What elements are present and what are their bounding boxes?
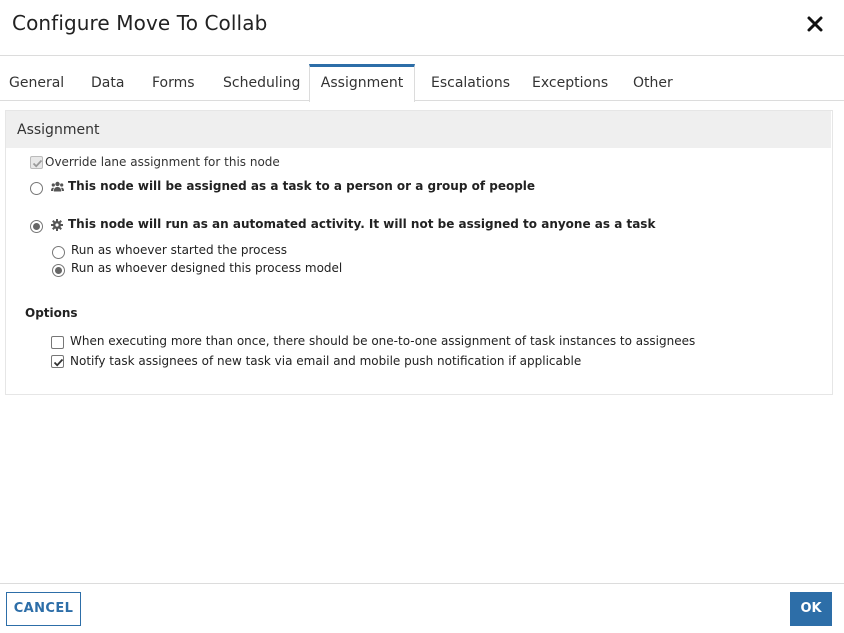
assign-person-radio[interactable] — [30, 182, 43, 195]
dialog-title: Configure Move To Collab — [12, 11, 268, 35]
section-title: Assignment — [17, 122, 100, 138]
tab-forms[interactable]: Forms — [152, 64, 195, 101]
tab-escalations[interactable]: Escalations — [431, 64, 510, 101]
radio-selected-dot — [55, 267, 62, 274]
automated-activity-label: This node will run as an automated activ… — [68, 217, 656, 231]
automated-activity-radio[interactable] — [30, 220, 43, 233]
users-icon — [51, 181, 64, 192]
override-lane-checkbox[interactable] — [30, 156, 43, 169]
run-as-starter-radio[interactable] — [52, 246, 65, 259]
gear-icon — [51, 219, 63, 231]
run-as-starter-label: Run as whoever started the process — [71, 243, 288, 257]
notify-assignees-label: Notify task assignees of new task via em… — [70, 354, 582, 368]
tab-other[interactable]: Other — [633, 64, 673, 101]
tab-assignment[interactable]: Assignment — [309, 64, 415, 102]
tab-bar: General Data Forms Scheduling Assignment… — [0, 64, 844, 102]
cancel-button[interactable]: CANCEL — [6, 592, 81, 626]
tab-scheduling[interactable]: Scheduling — [223, 64, 300, 101]
dialog-header: Configure Move To Collab — [0, 0, 844, 56]
section-header: Assignment — [6, 111, 831, 148]
one-to-one-label: When executing more than once, there sho… — [70, 334, 696, 348]
assign-person-label: This node will be assigned as a task to … — [68, 179, 536, 193]
close-icon[interactable] — [804, 13, 826, 35]
ok-button[interactable]: OK — [790, 592, 832, 626]
tab-exceptions[interactable]: Exceptions — [532, 64, 608, 101]
tab-data[interactable]: Data — [91, 64, 124, 101]
one-to-one-checkbox[interactable] — [51, 336, 64, 349]
override-lane-label: Override lane assignment for this node — [45, 155, 280, 169]
options-title: Options — [25, 306, 78, 320]
tab-general[interactable]: General — [9, 64, 64, 101]
footer-divider — [0, 583, 844, 584]
notify-assignees-checkbox[interactable] — [51, 355, 64, 368]
radio-selected-dot — [33, 223, 40, 230]
run-as-designer-label: Run as whoever designed this process mod… — [71, 261, 343, 275]
run-as-designer-radio[interactable] — [52, 264, 65, 277]
